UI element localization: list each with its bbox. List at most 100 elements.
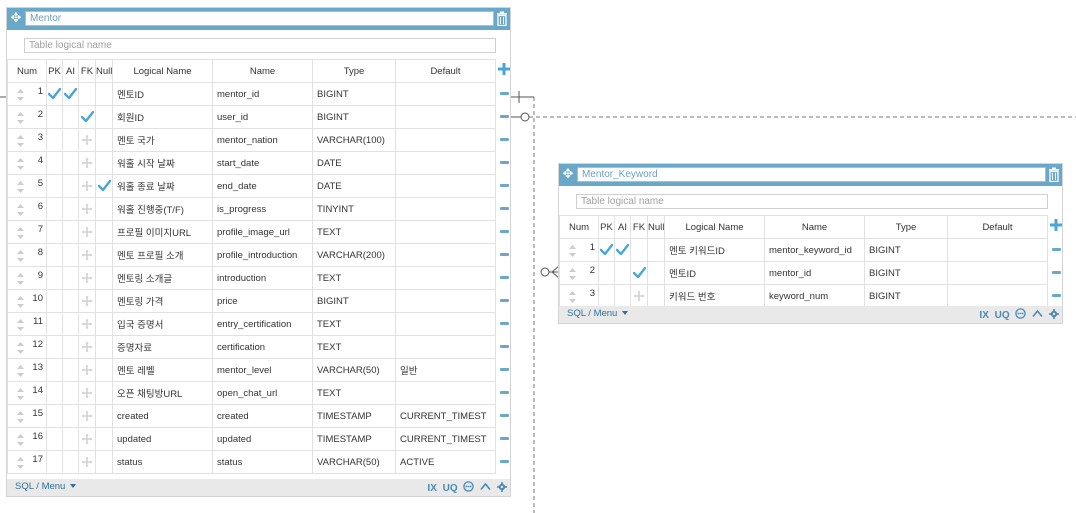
ai-toggle[interactable] <box>62 312 79 336</box>
logical-name-cell[interactable]: updated <box>112 427 213 451</box>
gear-icon[interactable] <box>497 481 507 495</box>
default-cell[interactable] <box>395 381 496 405</box>
ai-toggle[interactable] <box>62 197 79 221</box>
remove-column-button[interactable] <box>496 404 512 427</box>
column-name-cell[interactable]: is_progress <box>212 197 313 221</box>
ai-toggle[interactable] <box>62 128 79 152</box>
move-icon[interactable]: ✥ <box>9 11 23 25</box>
ai-toggle[interactable] <box>62 151 79 175</box>
column-row[interactable]: 1 멘토ID mentor_id BIGINT <box>7 82 496 106</box>
column-row[interactable]: 13 멘토 레벨 mentor_level VARCHAR(50) 일반 <box>7 358 496 382</box>
logical-name-cell[interactable]: 회원ID <box>112 105 213 129</box>
ai-check-icon[interactable] <box>614 238 631 262</box>
null-toggle[interactable] <box>647 238 665 262</box>
logical-name-cell[interactable]: created <box>112 404 213 428</box>
mentor-keyword-table[interactable]: ✥ Mentor_Keyword Table logical name Num … <box>558 163 1063 324</box>
null-toggle[interactable] <box>95 381 113 405</box>
remove-column-button[interactable] <box>496 381 512 404</box>
fk-move-icon[interactable] <box>78 312 96 336</box>
default-cell[interactable]: ACTIVE <box>395 450 496 474</box>
pk-toggle[interactable] <box>46 312 63 336</box>
column-row[interactable]: 3 멘토 국가 mentor_nation VARCHAR(100) <box>7 128 496 152</box>
default-cell[interactable] <box>395 266 496 290</box>
null-toggle[interactable] <box>95 243 113 267</box>
comment-icon[interactable] <box>463 481 475 495</box>
table-name-input[interactable]: Mentor_Keyword <box>577 167 1046 182</box>
logical-name-cell[interactable]: 프로필 이미지URL <box>112 220 213 244</box>
remove-column-button[interactable] <box>496 151 512 174</box>
null-toggle[interactable] <box>95 358 113 382</box>
index-button[interactable]: IX <box>979 310 988 321</box>
null-toggle[interactable] <box>95 128 113 152</box>
pk-toggle[interactable] <box>46 105 63 129</box>
type-cell[interactable]: BIGINT <box>864 284 948 308</box>
type-cell[interactable]: TEXT <box>312 381 396 405</box>
column-row[interactable]: 4 워홀 시작 날짜 start_date DATE <box>7 151 496 175</box>
column-name-cell[interactable]: updated <box>212 427 313 451</box>
fk-move-icon[interactable] <box>78 197 96 221</box>
fk-move-icon[interactable] <box>78 289 96 313</box>
column-name-cell[interactable]: entry_certification <box>212 312 313 336</box>
sql-menu-button[interactable]: SQL / Menu <box>15 481 77 492</box>
column-row[interactable]: 15 created created TIMESTAMP CURRENT_TIMEST <box>7 404 496 428</box>
column-row[interactable]: 8 멘토 프로필 소개 profile_introduction VARCHAR(20… <box>7 243 496 267</box>
ai-check-icon[interactable] <box>62 82 79 106</box>
fk-move-icon[interactable] <box>78 128 96 152</box>
default-cell[interactable]: CURRENT_TIMEST <box>395 427 496 451</box>
pk-toggle[interactable] <box>46 427 63 451</box>
collapse-icon[interactable] <box>1032 309 1043 321</box>
pk-toggle[interactable] <box>46 450 63 474</box>
column-name-cell[interactable]: mentor_nation <box>212 128 313 152</box>
logical-name-cell[interactable]: 멘토 키워드ID <box>664 238 765 262</box>
fk-move-icon[interactable] <box>78 404 96 428</box>
logical-name-cell[interactable]: 멘토링 가격 <box>112 289 213 313</box>
fk-move-icon[interactable] <box>78 266 96 290</box>
table-logical-name-input[interactable]: Table logical name <box>24 38 496 53</box>
remove-column-button[interactable] <box>496 450 512 473</box>
pk-toggle[interactable] <box>46 289 63 313</box>
pk-toggle[interactable] <box>46 220 63 244</box>
move-icon[interactable]: ✥ <box>561 167 575 181</box>
null-toggle[interactable] <box>95 197 113 221</box>
fk-move-icon[interactable] <box>78 151 96 175</box>
column-name-cell[interactable]: end_date <box>212 174 313 198</box>
type-cell[interactable]: VARCHAR(200) <box>312 243 396 267</box>
null-toggle[interactable] <box>95 450 113 474</box>
default-cell[interactable] <box>395 128 496 152</box>
remove-column-button[interactable] <box>496 243 512 266</box>
fk-toggle[interactable] <box>78 82 96 106</box>
logical-name-cell[interactable]: 멘토 국가 <box>112 128 213 152</box>
null-toggle[interactable] <box>95 220 113 244</box>
unique-button[interactable]: UQ <box>995 310 1010 321</box>
ai-toggle[interactable] <box>62 381 79 405</box>
pk-toggle[interactable] <box>46 381 63 405</box>
remove-column-button[interactable] <box>496 427 512 450</box>
column-row[interactable]: 2 멘토ID mentor_id BIGINT <box>559 261 1048 285</box>
remove-column-button[interactable] <box>496 220 512 243</box>
default-cell[interactable] <box>395 174 496 198</box>
collapse-icon[interactable] <box>480 482 491 494</box>
table-name-input[interactable]: Mentor <box>25 11 494 26</box>
null-toggle[interactable] <box>95 427 113 451</box>
column-row[interactable]: 9 멘토링 소개글 introduction TEXT <box>7 266 496 290</box>
column-name-cell[interactable]: profile_image_url <box>212 220 313 244</box>
column-name-cell[interactable]: mentor_id <box>764 261 865 285</box>
remove-column-button[interactable] <box>1048 238 1064 261</box>
type-cell[interactable]: VARCHAR(50) <box>312 450 396 474</box>
column-row[interactable]: 2 회원ID user_id BIGINT <box>7 105 496 129</box>
unique-button[interactable]: UQ <box>443 483 458 494</box>
default-cell[interactable]: 일반 <box>395 358 496 382</box>
table-header[interactable]: ✥ Mentor_Keyword <box>559 164 1062 186</box>
comment-icon[interactable] <box>1015 308 1027 322</box>
column-row[interactable]: 17 status status VARCHAR(50) ACTIVE <box>7 450 496 474</box>
pk-toggle[interactable] <box>598 284 615 308</box>
null-toggle[interactable] <box>95 105 113 129</box>
type-cell[interactable]: TINYINT <box>312 197 396 221</box>
default-cell[interactable] <box>395 105 496 129</box>
gear-icon[interactable] <box>1049 308 1059 322</box>
column-row[interactable]: 16 updated updated TIMESTAMP CURRENT_TIMEST <box>7 427 496 451</box>
column-name-cell[interactable]: mentor_level <box>212 358 313 382</box>
pk-check-icon[interactable] <box>46 82 63 106</box>
ai-toggle[interactable] <box>62 220 79 244</box>
default-cell[interactable] <box>947 261 1048 285</box>
